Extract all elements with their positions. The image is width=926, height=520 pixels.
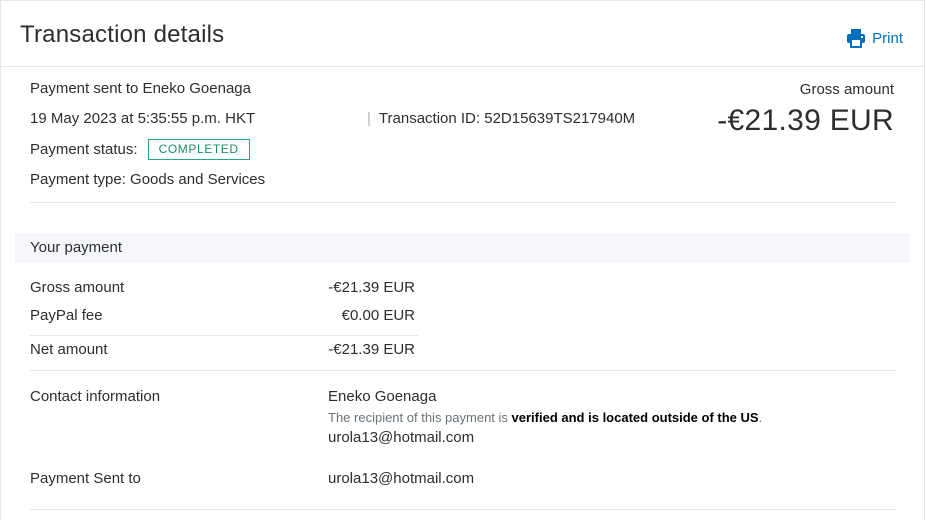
payment-type: Payment type: Goods and Services — [30, 171, 266, 188]
payment-status-label: Payment status: — [30, 141, 138, 158]
gross-amount-label: Gross amount — [799, 81, 894, 98]
contact-name: Eneko Goenaga — [328, 388, 437, 405]
payment-sent-to-label: Payment Sent to — [30, 470, 141, 487]
transaction-summary: Payment sent to Eneko Goenaga 19 May 202… — [30, 67, 896, 203]
gross-amount-row-value: -€21.39 EUR — [328, 279, 415, 296]
your-payment-title: Your payment — [30, 239, 123, 256]
gross-amount-row-label: Gross amount — [30, 279, 125, 296]
transaction-details-panel: Transaction details Print Payment sent t… — [0, 0, 925, 520]
net-amount-value: -€21.39 EUR — [328, 341, 415, 358]
contact-information: Eneko Goenaga The recipient of this paym… — [328, 388, 762, 446]
printer-icon — [846, 28, 866, 48]
status-badge: COMPLETED — [147, 139, 250, 160]
note-verified: verified and is located outside of the U… — [511, 410, 759, 425]
paypal-fee-label: PayPal fee — [30, 307, 103, 324]
payment-sent-to-text: Payment sent to Eneko Goenaga — [30, 80, 251, 97]
page-title: Transaction details — [20, 21, 225, 48]
gross-amount-value: -€21.39 EUR — [717, 104, 894, 137]
divider — [30, 335, 418, 336]
payment-status-row: Payment status: COMPLETED — [30, 139, 250, 160]
divider: | — [367, 110, 371, 127]
payment-sent-to-email: urola13@hotmail.com — [328, 470, 475, 487]
divider — [30, 509, 896, 510]
panel-header: Transaction details Print — [1, 1, 925, 67]
divider — [30, 370, 896, 371]
transaction-id: | Transaction ID: 52D15639TS217940M — [367, 110, 635, 127]
contact-email: urola13@hotmail.com — [328, 429, 475, 446]
contact-information-label: Contact information — [30, 388, 161, 405]
note-suffix: . — [758, 410, 763, 425]
net-amount-label: Net amount — [30, 341, 108, 358]
print-label: Print — [872, 29, 903, 47]
your-payment-header: Your payment — [15, 233, 910, 263]
note-prefix: The recipient of this payment is — [328, 410, 512, 425]
print-button[interactable]: Print — [846, 28, 903, 48]
transaction-id-text: Transaction ID: 52D15639TS217940M — [378, 110, 636, 127]
recipient-verification-note: The recipient of this payment is verifie… — [328, 410, 762, 425]
transaction-datetime: 19 May 2023 at 5:35:55 p.m. HKT — [30, 110, 256, 127]
paypal-fee-value: €0.00 EUR — [341, 307, 415, 324]
